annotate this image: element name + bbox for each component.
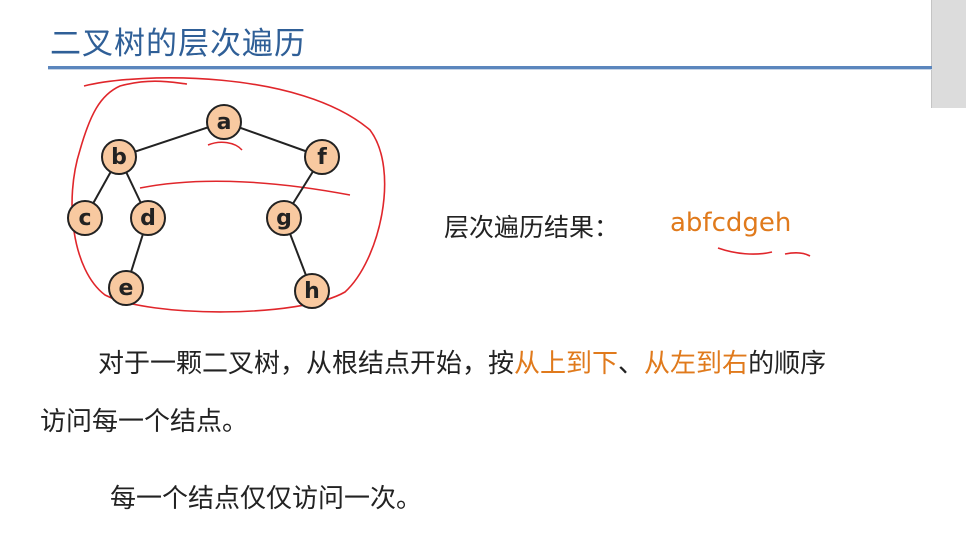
tree-node-label: c bbox=[78, 206, 91, 231]
paragraph-1-text-b: 的顺序 bbox=[748, 349, 827, 379]
paragraph-1-text-a: 对于一颗二叉树，从根结点开始，按 bbox=[98, 349, 515, 379]
tree-node-c: c bbox=[67, 200, 103, 236]
tree-node-label: h bbox=[304, 279, 320, 304]
tree-node-label: e bbox=[119, 276, 134, 301]
paragraph-1-separator: 、 bbox=[618, 349, 645, 379]
annotation-result-underline-1 bbox=[717, 247, 773, 255]
paragraph-2: 每一个结点仅仅访问一次。 bbox=[110, 484, 423, 514]
tree-node-e: e bbox=[108, 270, 144, 306]
annotation-root-underline bbox=[207, 141, 243, 151]
tree-node-g: g bbox=[266, 200, 302, 236]
result-label: 层次遍历结果： bbox=[444, 213, 620, 242]
annotation-result-underline-2 bbox=[784, 251, 811, 257]
tree-node-h: h bbox=[294, 273, 330, 309]
tree-node-label: a bbox=[217, 110, 232, 135]
tree-node-label: b bbox=[111, 145, 127, 170]
paragraph-1-highlight-2: 从左到右 bbox=[644, 349, 749, 379]
tree-node-label: d bbox=[140, 206, 156, 231]
tree-node-a: a bbox=[206, 104, 242, 140]
tree-node-label: f bbox=[317, 145, 327, 170]
paragraph-1-line-1: 对于一颗二叉树，从根结点开始，按从上到下、从左到右的顺序 bbox=[98, 335, 826, 393]
tree-node-b: b bbox=[101, 139, 137, 175]
paragraph-1-highlight-1: 从上到下 bbox=[514, 349, 619, 379]
result-value: abfcdgeh bbox=[670, 208, 792, 238]
tree-node-d: d bbox=[130, 200, 166, 236]
annotation-level-line bbox=[139, 180, 351, 196]
paragraph-1-line-2: 访问每一个结点。 bbox=[40, 407, 249, 437]
tree-node-f: f bbox=[304, 139, 340, 175]
tree-node-label: g bbox=[276, 206, 292, 231]
